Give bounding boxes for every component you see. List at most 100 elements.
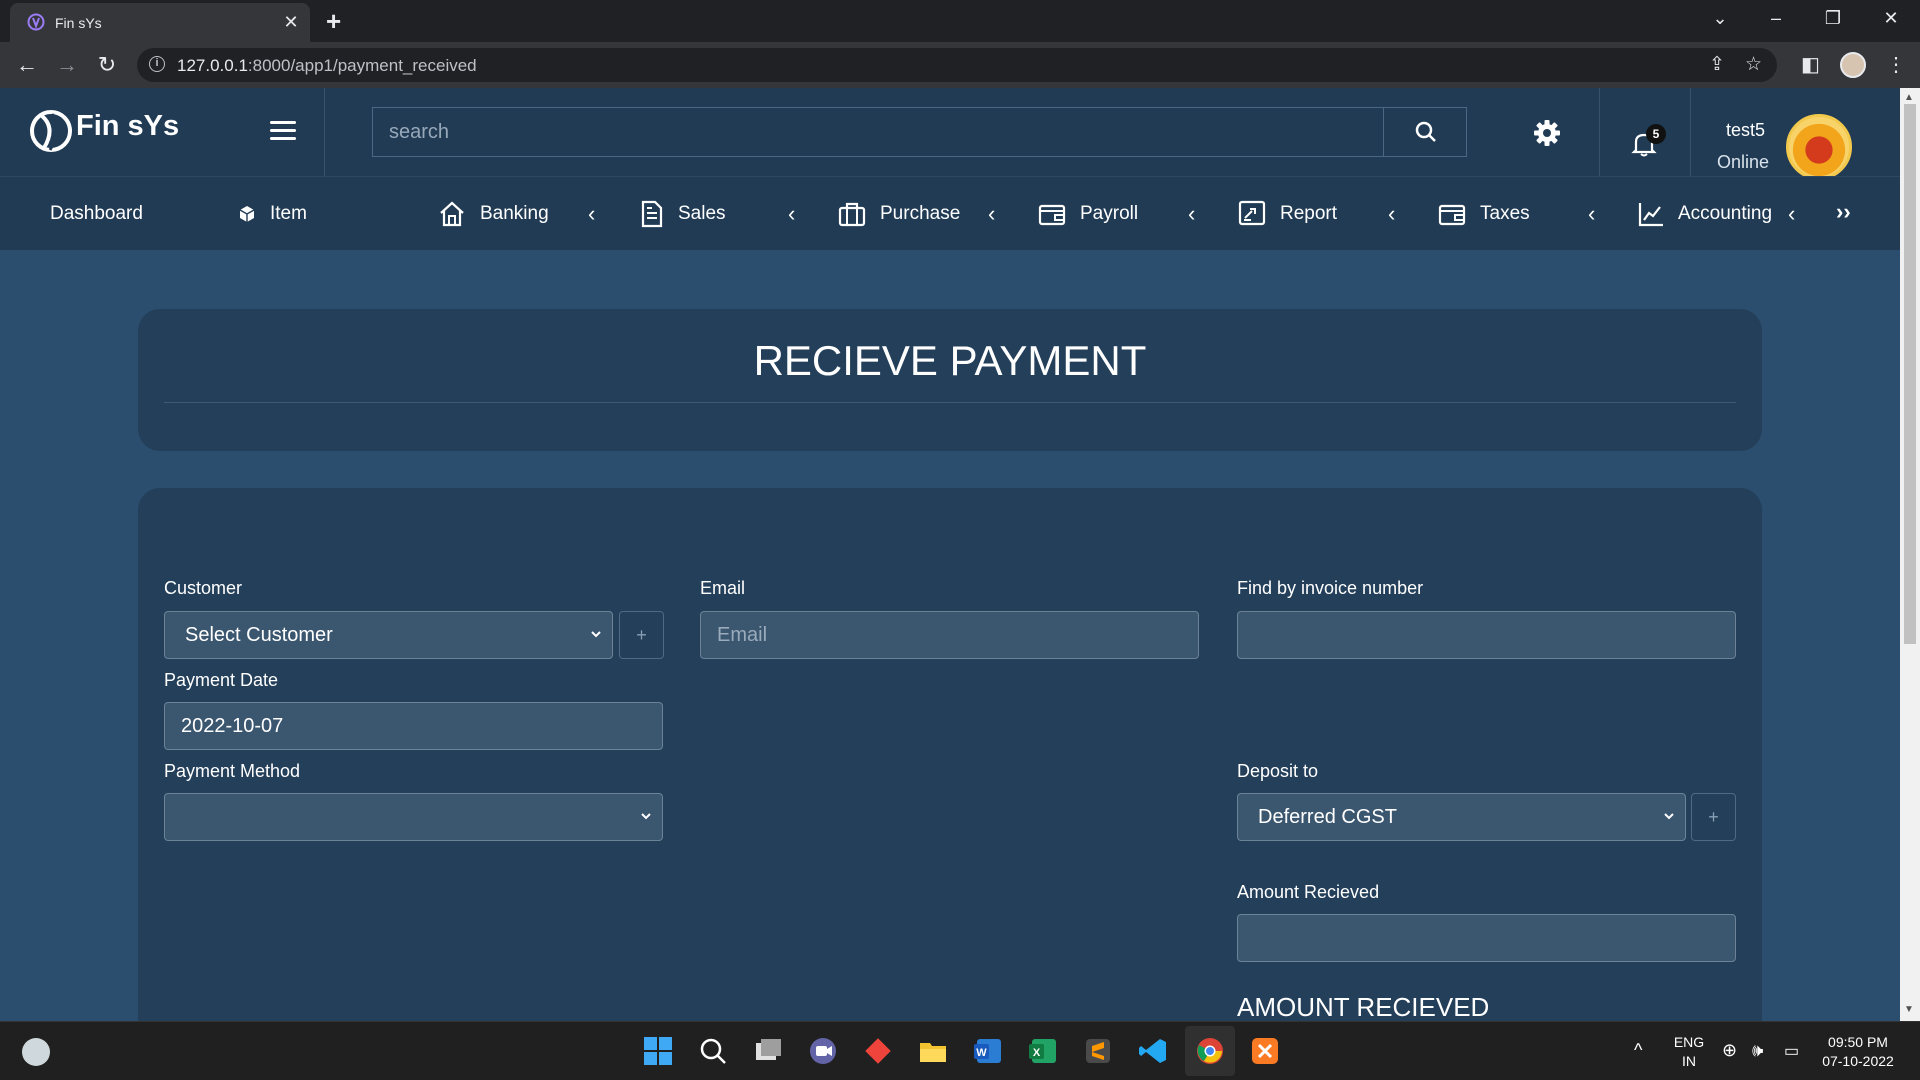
tab-close-icon[interactable]: ✕ (280, 12, 302, 34)
clock-date[interactable]: 07-10-2022 (1818, 1053, 1898, 1069)
weather-icon[interactable] (22, 1038, 50, 1066)
minimize-icon[interactable]: – (1756, 8, 1796, 29)
chrome-icon[interactable] (1195, 1036, 1225, 1066)
system-tray-chevron-icon[interactable]: ^ (1634, 1040, 1642, 1061)
chevron-left-icon[interactable]: ‹ (788, 201, 795, 227)
tab-title: Fin sYs (55, 15, 102, 31)
wallet-icon (1438, 204, 1466, 226)
hamburger-menu-icon[interactable] (270, 121, 296, 145)
side-panel-icon[interactable]: ◧ (1801, 52, 1820, 77)
invoice-number-field[interactable] (1237, 611, 1736, 659)
title-divider (164, 402, 1736, 403)
cube-icon (239, 206, 255, 222)
header-divider (1599, 88, 1600, 176)
nav-item-item[interactable]: Item (238, 177, 307, 251)
tab-search-icon[interactable]: ⌄ (1700, 8, 1740, 29)
header-divider (1690, 88, 1691, 176)
browser-profile-avatar[interactable] (1840, 52, 1866, 78)
nav-item-payroll[interactable]: Payroll (1038, 177, 1138, 251)
payment-date-label: Payment Date (164, 670, 279, 690)
region-indicator[interactable]: IN (1672, 1053, 1706, 1069)
more-nav-icon[interactable]: ›› (1836, 199, 1851, 225)
reload-icon[interactable]: ↻ (92, 52, 122, 78)
customer-select[interactable]: Select Customer (164, 611, 613, 659)
chevron-down-icon (641, 813, 651, 820)
svg-text:X: X (1033, 1047, 1041, 1059)
add-customer-button[interactable]: + (619, 611, 664, 659)
payment-method-select[interactable] (164, 793, 663, 841)
scroll-down-icon[interactable]: ▼ (1904, 1004, 1914, 1015)
amount-received-label: Amount Recieved (1237, 882, 1380, 902)
nav-item-sales[interactable]: Sales (640, 177, 726, 251)
task-view-icon[interactable] (753, 1036, 783, 1066)
network-icon[interactable]: ⊕ (1722, 1040, 1737, 1061)
settings-gear-icon[interactable] (1532, 118, 1562, 148)
chevron-down-icon (1664, 813, 1674, 820)
sublime-text-icon[interactable] (1083, 1036, 1113, 1066)
browser-tab-strip: Fin sYs ✕ + ⌄ – ❐ ✕ (0, 0, 1920, 42)
nav-item-taxes[interactable]: Taxes (1438, 177, 1530, 251)
windows-start-icon[interactable] (643, 1036, 673, 1066)
site-info-icon[interactable]: i (149, 56, 165, 72)
email-field[interactable] (700, 611, 1199, 659)
nav-item-report[interactable]: Report (1238, 177, 1337, 251)
brand-name[interactable]: Fin sYs (76, 110, 179, 143)
nav-item-accounting[interactable]: Accounting (1638, 177, 1772, 251)
chevron-left-icon[interactable]: ‹ (1188, 201, 1195, 227)
chevron-left-icon[interactable]: ‹ (1388, 201, 1395, 227)
battery-icon[interactable]: ▭ (1784, 1041, 1799, 1061)
file-explorer-icon[interactable] (918, 1036, 948, 1066)
address-bar-row: ← → ↻ i 127.0.0.1:8000/app1/payment_rece… (0, 42, 1920, 88)
nav-item-dashboard[interactable]: Dashboard (50, 177, 143, 251)
nav-item-label: Banking (480, 203, 549, 224)
nav-item-label: Report (1280, 203, 1338, 224)
user-avatar[interactable] (1786, 114, 1852, 180)
line-chart-icon (1638, 203, 1663, 227)
module-nav-bar: Dashboard Item Banking ‹ Sales ‹ Purchas… (0, 176, 1900, 250)
bookmark-star-icon[interactable]: ☆ (1745, 53, 1762, 76)
clock-time[interactable]: 09:50 PM (1818, 1034, 1898, 1050)
vscode-icon[interactable] (1138, 1036, 1168, 1066)
scrollbar-thumb[interactable] (1904, 104, 1916, 644)
anydesk-icon[interactable] (863, 1036, 893, 1066)
nav-item-label: Payroll (1080, 203, 1139, 224)
search-icon[interactable] (698, 1036, 728, 1066)
nav-item-label: Sales (678, 203, 726, 224)
add-deposit-account-button[interactable]: + (1691, 793, 1736, 841)
chevron-left-icon[interactable]: ‹ (588, 201, 595, 227)
deposit-to-select-value: Deferred CGST (1258, 806, 1397, 828)
svg-text:W: W (976, 1047, 987, 1059)
word-icon[interactable]: W (973, 1036, 1003, 1066)
amount-received-field[interactable] (1237, 914, 1736, 962)
new-tab-icon[interactable]: + (326, 6, 341, 37)
xampp-icon[interactable] (1250, 1036, 1280, 1066)
close-window-icon[interactable]: ✕ (1871, 8, 1911, 29)
teams-chat-icon[interactable] (808, 1036, 838, 1066)
excel-icon[interactable]: X (1028, 1036, 1058, 1066)
volume-icon[interactable]: 🕪 (1752, 1040, 1763, 1061)
search-button[interactable] (1383, 107, 1467, 157)
restore-icon[interactable]: ❐ (1813, 8, 1853, 29)
search-input[interactable] (372, 107, 1384, 157)
nav-item-banking[interactable]: Banking (438, 177, 549, 251)
chevron-left-icon[interactable]: ‹ (1788, 201, 1795, 227)
chevron-down-icon (591, 631, 601, 638)
title-card: RECIEVE PAYMENT (138, 309, 1762, 451)
language-indicator[interactable]: ENG (1672, 1034, 1706, 1050)
payment-form-card: Customer Select Customer + Payment Date … (138, 488, 1762, 1048)
nav-item-label: Taxes (1480, 203, 1530, 224)
chevron-left-icon[interactable]: ‹ (988, 201, 995, 227)
header-divider (324, 88, 325, 176)
browser-tab[interactable]: Fin sYs ✕ (10, 3, 310, 42)
deposit-to-select[interactable]: Deferred CGST (1237, 793, 1686, 841)
browser-menu-icon[interactable]: ⋮ (1886, 52, 1906, 77)
url-text: 127.0.0.1:8000/app1/payment_received (177, 56, 477, 75)
forward-icon[interactable]: → (52, 52, 82, 78)
nav-item-purchase[interactable]: Purchase (838, 177, 960, 251)
share-icon[interactable]: ⇪ (1709, 53, 1725, 76)
payment-date-field[interactable] (164, 702, 663, 750)
back-icon[interactable]: ← (12, 52, 42, 78)
scroll-up-icon[interactable]: ▲ (1904, 92, 1914, 103)
chevron-left-icon[interactable]: ‹ (1588, 201, 1595, 227)
url-field[interactable]: i 127.0.0.1:8000/app1/payment_received ⇪… (137, 48, 1777, 82)
